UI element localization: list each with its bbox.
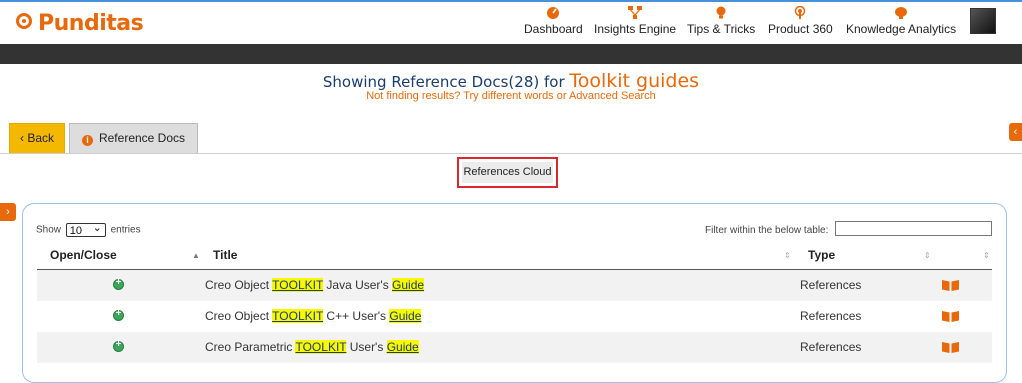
results-heading: Showing Reference Docs(28) for Toolkit g… — [322, 70, 700, 92]
filter-input[interactable] — [835, 221, 992, 236]
collapse-right-panel-icon[interactable]: ‹ — [1009, 123, 1022, 141]
top-navbar: Punditas Dashboard Insights Engine Tips … — [0, 0, 1022, 44]
column-open-close[interactable]: Open/Close — [50, 248, 117, 262]
brain-icon — [895, 7, 908, 19]
doc-type: References — [800, 309, 862, 323]
sort-icon[interactable]: ⇕ — [983, 251, 990, 260]
expand-row-icon[interactable] — [113, 308, 124, 321]
search-hint[interactable]: Not finding results? Try different words… — [0, 90, 1022, 102]
nav-dashboard[interactable]: Dashboard — [524, 6, 583, 36]
column-title[interactable]: Title — [213, 248, 237, 262]
back-tab[interactable]: ‹ Back — [9, 123, 65, 154]
user-avatar[interactable] — [970, 8, 996, 34]
dashboard-icon — [547, 7, 560, 19]
entries-selector: Show 10 entries — [36, 221, 141, 237]
nav-insights-engine[interactable]: Insights Engine — [594, 6, 676, 36]
sort-icon[interactable]: ⇕ — [924, 251, 931, 260]
book-icon[interactable] — [942, 311, 959, 322]
sort-icon[interactable]: ⇕ — [784, 251, 791, 260]
nav-product-360[interactable]: Product 360 — [768, 6, 833, 36]
punditas-logo[interactable]: Punditas — [16, 11, 144, 36]
network-icon — [628, 6, 643, 19]
doc-title-link[interactable]: Creo Object TOOLKIT Java User's Guide — [205, 278, 425, 292]
doc-type: References — [800, 340, 862, 354]
column-type[interactable]: Type — [808, 248, 835, 262]
doc-title-link[interactable]: Creo Object TOOLKIT C++ User's Guide — [205, 309, 422, 323]
table-row: Creo Object TOOLKIT C++ User's Guide Ref… — [37, 301, 992, 332]
expand-row-icon[interactable] — [113, 277, 124, 290]
dark-subheader-bar — [0, 44, 1022, 64]
expand-row-icon[interactable] — [113, 339, 124, 352]
expand-left-panel-icon[interactable]: › — [0, 203, 16, 221]
doc-title-link[interactable]: Creo Parametric TOOLKIT User's Guide — [205, 340, 419, 354]
tab-divider — [0, 153, 1022, 154]
table-row: Creo Object TOOLKIT Java User's Guide Re… — [37, 270, 992, 301]
sort-asc-icon[interactable]: ▲ — [192, 251, 200, 260]
lightbulb-icon — [716, 6, 726, 19]
table-row: Creo Parametric TOOLKIT User's Guide Ref… — [37, 332, 992, 363]
doc-type: References — [800, 278, 862, 292]
logo-icon — [16, 13, 32, 29]
filter-label: Filter within the below table: — [705, 225, 829, 236]
references-cloud-button[interactable]: References Cloud — [457, 157, 558, 188]
nav-tips-tricks[interactable]: Tips & Tricks — [687, 6, 755, 36]
broadcast-icon — [795, 6, 806, 19]
info-icon: i — [81, 135, 93, 146]
entries-select[interactable]: 10 — [65, 221, 106, 237]
search-query: Toolkit guides — [569, 70, 700, 92]
nav-knowledge-analytics[interactable]: Knowledge Analytics — [846, 6, 956, 36]
book-icon[interactable] — [942, 280, 959, 291]
book-icon[interactable] — [942, 342, 959, 353]
tab-reference-docs[interactable]: i Reference Docs — [69, 123, 198, 154]
